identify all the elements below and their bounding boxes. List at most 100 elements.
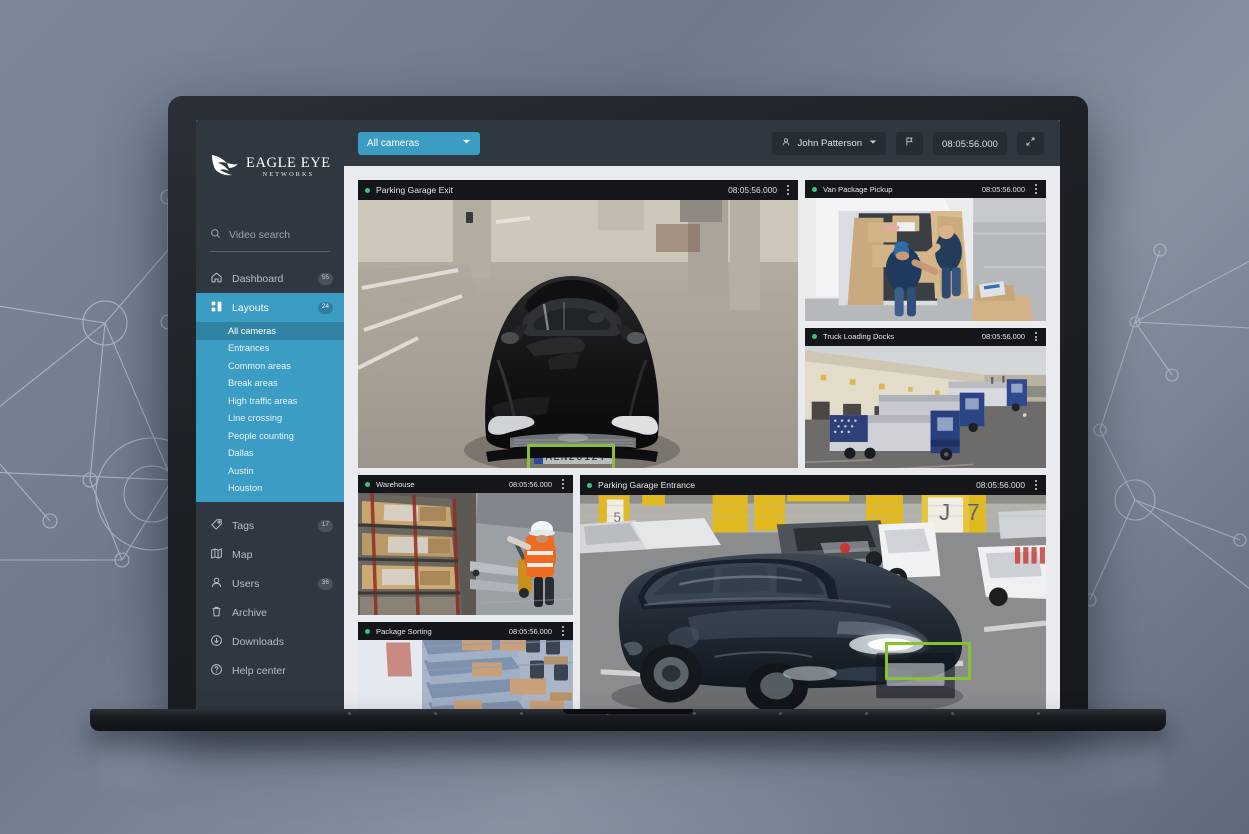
camera-tile-van-package-pickup[interactable]: Van Package Pickup 08:05:56.000: [805, 180, 1046, 321]
camera-grid: Parking Garage Exit 08:05:56.000 Van Pac…: [344, 166, 1060, 709]
sidebar: EAGLE EYE NETWORKS Video search Dashboar…: [196, 120, 344, 709]
sidebar-badge: 36: [317, 577, 333, 590]
main-area: All cameras John Patterson 08:05:56.000 …: [344, 120, 1060, 709]
camera-tile-parking-garage-exit[interactable]: Parking Garage Exit 08:05:56.000: [358, 180, 798, 468]
chevron-down-icon: [462, 137, 471, 149]
camera-tile-parking-garage-entrance[interactable]: Parking Garage Entrance 08:05:56.000 J 7…: [580, 475, 1046, 709]
tile-timestamp: 08:05:56.000: [981, 184, 1025, 194]
brand-logo: EAGLE EYE NETWORKS: [196, 136, 344, 192]
tag-icon: [210, 518, 223, 534]
eagle-eye-app: EAGLE EYE NETWORKS Video search Dashboar…: [196, 120, 1060, 709]
laptop-device: EAGLE EYE NETWORKS Video search Dashboar…: [90, 96, 1166, 731]
tile-timestamp: 08:05:56.000: [976, 480, 1025, 490]
brand-name-line1: EAGLE EYE: [246, 154, 331, 171]
sidebar-item-label: Users: [232, 577, 260, 590]
tile-title: Warehouse: [376, 479, 415, 489]
tile-menu-icon[interactable]: [1031, 184, 1039, 194]
camera-tile-warehouse[interactable]: Warehouse 08:05:56.000: [358, 475, 573, 615]
sidebar-item-archive[interactable]: Archive: [196, 598, 344, 627]
submenu-label: All cameras: [228, 325, 276, 336]
license-plate-detection-box: [527, 443, 616, 468]
tile-timestamp: 08:05:56.000: [508, 626, 552, 636]
tile-header: Package Sorting 08:05:56.000: [358, 622, 573, 640]
tile-timestamp: 08:05:56.000: [728, 185, 777, 195]
sidebar-item-label: Help center: [232, 664, 286, 677]
submenu-label: Line crossing: [228, 413, 283, 424]
status-dot-icon: [365, 628, 370, 634]
help-circle-icon: [210, 663, 223, 679]
sidebar-item-dashboard[interactable]: Dashboard 55: [196, 264, 344, 293]
submenu-item-austin[interactable]: Austin: [196, 462, 344, 480]
sidebar-item-label: Layouts: [232, 301, 269, 314]
user-icon: [210, 576, 223, 592]
sidebar-item-tags[interactable]: Tags 17: [196, 511, 344, 540]
sidebar-item-help-center[interactable]: Help center: [196, 656, 344, 685]
camera-tile-truck-loading-docks[interactable]: Truck Loading Docks 08:05:56.000: [805, 327, 1046, 468]
tile-menu-icon[interactable]: [783, 185, 791, 195]
map-icon: [210, 547, 223, 563]
submenu-item-break-areas[interactable]: Break areas: [196, 375, 344, 393]
user-menu-button[interactable]: John Patterson: [771, 131, 887, 155]
sidebar-badge: 17: [317, 519, 333, 532]
brand-name-line2: NETWORKS: [262, 171, 315, 179]
tile-title: Parking Garage Exit: [376, 185, 453, 195]
sidebar-item-map[interactable]: Map: [196, 540, 344, 569]
laptop-screen: EAGLE EYE NETWORKS Video search Dashboar…: [196, 120, 1060, 709]
tile-video-feed: [358, 640, 573, 709]
submenu-item-all-cameras[interactable]: All cameras: [196, 322, 344, 340]
camera-filter-dropdown[interactable]: All cameras: [358, 131, 480, 155]
home-icon: [210, 271, 223, 287]
video-search-row[interactable]: [210, 226, 330, 252]
submenu-item-line-crossing[interactable]: Line crossing: [196, 410, 344, 428]
submenu-item-entrances[interactable]: Entrances: [196, 340, 344, 358]
tile-video-feed: J 7 5: [580, 495, 1046, 709]
tile-menu-icon[interactable]: [558, 479, 566, 489]
submenu-item-dallas[interactable]: Dallas: [196, 445, 344, 463]
trash-icon: [210, 605, 223, 621]
sidebar-item-users[interactable]: Users 36: [196, 569, 344, 598]
submenu-label: Austin: [228, 465, 254, 476]
flag-button[interactable]: [896, 131, 924, 155]
sidebar-item-downloads[interactable]: Downloads: [196, 627, 344, 656]
tile-timestamp: 08:05:56.000: [981, 332, 1025, 341]
eagle-wing-icon: [210, 152, 240, 183]
tile-title: Van Package Pickup: [823, 184, 893, 194]
camera-filter-label: All cameras: [367, 137, 420, 149]
search-input[interactable]: [229, 229, 330, 241]
tile-timestamp: 08:05:56.000: [508, 479, 552, 489]
camera-tile-package-sorting[interactable]: Package Sorting 08:05:56.000: [358, 622, 573, 709]
tile-header: Van Package Pickup 08:05:56.000: [805, 180, 1046, 198]
user-menu-label: John Patterson: [797, 137, 863, 149]
download-circle-icon: [210, 634, 223, 650]
flag-icon: [904, 136, 915, 150]
brand-name: EAGLE EYE NETWORKS: [246, 156, 331, 179]
tile-header: Parking Garage Exit 08:05:56.000: [358, 180, 798, 200]
fullscreen-button[interactable]: [1017, 131, 1044, 155]
topbar: All cameras John Patterson 08:05:56.000: [344, 120, 1060, 166]
submenu-item-people-counting[interactable]: People counting: [196, 427, 344, 445]
status-dot-icon: [365, 187, 370, 193]
timestamp-display[interactable]: 08:05:56.000: [933, 131, 1007, 155]
sidebar-badge: 55: [317, 272, 333, 285]
sidebar-item-layouts[interactable]: Layouts 24: [196, 293, 344, 322]
grid-col-right-top: Van Package Pickup 08:05:56.000 Truck Lo…: [805, 180, 1046, 468]
base-vent-dots: [90, 712, 1166, 715]
search-icon: [210, 226, 221, 244]
submenu-label: Houston: [228, 483, 263, 494]
laptop-base: [90, 709, 1166, 731]
tile-menu-icon[interactable]: [1031, 331, 1039, 342]
status-dot-icon: [812, 186, 817, 192]
submenu-item-houston[interactable]: Houston: [196, 480, 344, 498]
tile-menu-icon[interactable]: [1031, 480, 1039, 490]
grid-col-left-top: Parking Garage Exit 08:05:56.000: [358, 180, 798, 468]
tile-video-feed: [805, 345, 1046, 468]
submenu-label: Break areas: [228, 378, 278, 389]
grid-col-left-bottom: Warehouse 08:05:56.000 Package Sorting 0…: [358, 475, 573, 709]
tile-title: Truck Loading Docks: [823, 332, 895, 341]
status-dot-icon: [812, 334, 817, 339]
tile-menu-icon[interactable]: [558, 626, 566, 636]
submenu-label: High traffic areas: [228, 395, 298, 406]
submenu-item-common-areas[interactable]: Common areas: [196, 357, 344, 375]
submenu-item-high-traffic-areas[interactable]: High traffic areas: [196, 392, 344, 410]
surface-reflection: [100, 726, 1160, 804]
